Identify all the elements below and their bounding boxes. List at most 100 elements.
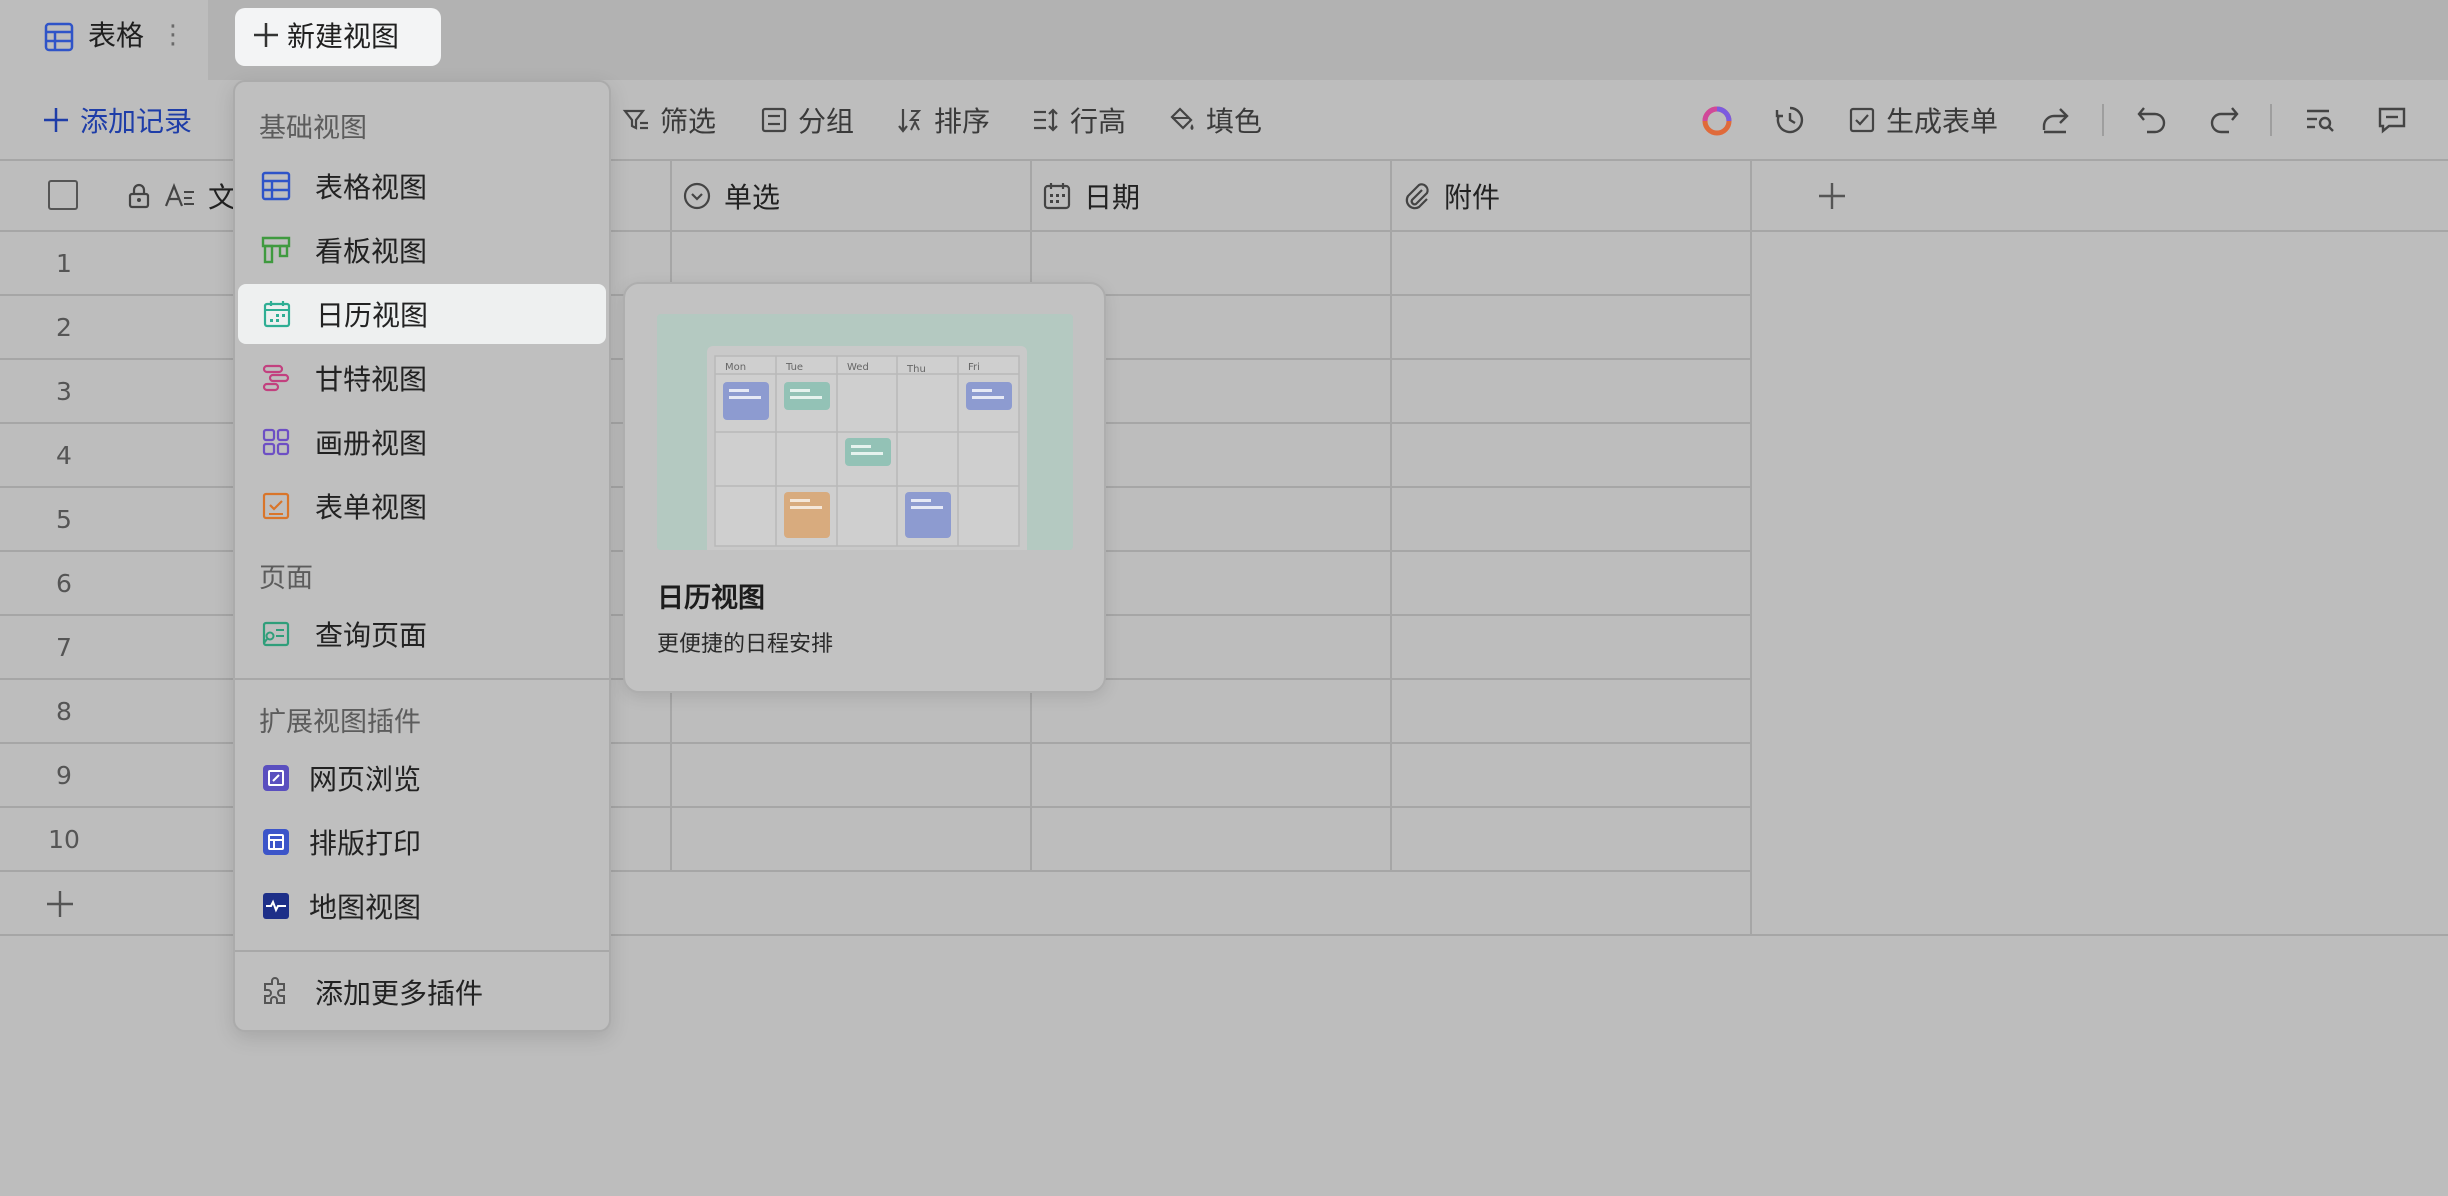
single-select-icon <box>682 181 712 211</box>
search-records-icon[interactable] <box>2304 104 2336 136</box>
new-view-button[interactable]: 新建视图 <box>235 8 441 66</box>
menu-item-label: 看板视图 <box>315 235 428 268</box>
column-header-text[interactable]: 文 <box>126 161 236 231</box>
history-icon[interactable] <box>1774 104 1806 136</box>
tab-label: 表格 <box>88 19 145 52</box>
menu-item-layout-print[interactable]: 排版打印 <box>237 812 609 872</box>
menu-item-form-view[interactable]: 表单视图 <box>237 476 609 536</box>
tab-more-icon[interactable]: ⋮ <box>160 18 186 52</box>
filter-label: 筛选 <box>660 105 717 138</box>
plus-icon <box>42 106 70 134</box>
row-number: 3 <box>56 377 72 406</box>
sort-button[interactable]: 排序 <box>896 80 990 160</box>
paint-bucket-icon <box>1168 106 1196 134</box>
menu-divider <box>235 950 609 952</box>
undo-icon[interactable] <box>2136 104 2168 136</box>
calendar-icon <box>1042 181 1072 211</box>
row-number: 10 <box>48 825 80 854</box>
row-number: 1 <box>56 249 72 278</box>
calendar-preview-illustration: Mon Tue Wed Thu Fri <box>657 314 1073 550</box>
fill-color-button[interactable]: 填色 <box>1168 80 1262 160</box>
menu-section-basic: 基础视图 <box>259 113 367 144</box>
query-page-icon <box>261 619 291 649</box>
gallery-view-icon <box>261 427 291 457</box>
row-height-button[interactable]: 行高 <box>1032 80 1126 160</box>
menu-item-web-browse[interactable]: 网页浏览 <box>237 748 609 808</box>
grid-view-icon <box>261 171 291 201</box>
attachment-icon <box>1402 181 1432 211</box>
column-header-date[interactable]: 日期 <box>1042 161 1140 231</box>
menu-divider <box>235 678 609 680</box>
row-number: 9 <box>56 761 72 790</box>
menu-section-extensions: 扩展视图插件 <box>259 707 421 738</box>
filter-button[interactable]: 筛选 <box>622 80 716 160</box>
svg-text:Thu: Thu <box>906 364 926 375</box>
column-header-label: 文 <box>208 181 237 214</box>
menu-item-gallery-view[interactable]: 画册视图 <box>237 412 609 472</box>
group-icon <box>760 106 788 134</box>
web-browse-icon <box>261 763 291 793</box>
generate-form-label: 生成表单 <box>1886 105 1999 138</box>
menu-item-kanban-view[interactable]: 看板视图 <box>237 220 609 280</box>
menu-item-gantt-view[interactable]: 甘特视图 <box>237 348 609 408</box>
svg-text:Wed: Wed <box>847 362 869 373</box>
kanban-view-icon <box>261 235 291 265</box>
row-height-icon <box>1032 106 1060 134</box>
add-record-label: 添加记录 <box>80 105 193 138</box>
group-label: 分组 <box>798 105 855 138</box>
column-header-label: 单选 <box>724 181 781 214</box>
redo-icon[interactable] <box>2208 104 2240 136</box>
add-column-icon[interactable] <box>1816 180 1848 212</box>
share-icon[interactable] <box>2040 104 2072 136</box>
row-number: 5 <box>56 505 72 534</box>
menu-item-calendar-view[interactable]: 日历视图 <box>238 284 606 344</box>
menu-item-label: 网页浏览 <box>309 763 422 796</box>
sort-label: 排序 <box>934 105 991 138</box>
sort-icon <box>896 106 924 134</box>
row-number: 8 <box>56 697 72 726</box>
menu-section-page: 页面 <box>259 563 313 594</box>
row-number: 2 <box>56 313 72 342</box>
group-button[interactable]: 分组 <box>760 80 854 160</box>
view-preview-card: Mon Tue Wed Thu Fri 日历视图 更便捷的日程安排 <box>623 282 1106 693</box>
row-number: 7 <box>56 633 72 662</box>
layout-print-icon <box>261 827 291 857</box>
menu-item-query-page[interactable]: 查询页面 <box>237 604 609 664</box>
gantt-view-icon <box>261 363 291 393</box>
filter-icon <box>622 106 650 134</box>
fill-color-label: 填色 <box>1206 105 1263 138</box>
add-row-icon[interactable] <box>44 888 76 920</box>
column-header-attachment[interactable]: 附件 <box>1402 161 1500 231</box>
menu-item-grid-view[interactable]: 表格视图 <box>237 156 609 216</box>
column-header-single-select[interactable]: 单选 <box>682 161 780 231</box>
plus-icon <box>251 20 281 50</box>
menu-item-label: 表单视图 <box>315 491 428 524</box>
row-number: 4 <box>56 441 72 470</box>
column-header-label: 附件 <box>1444 181 1501 214</box>
menu-item-label: 排版打印 <box>309 827 422 860</box>
form-view-icon <box>261 491 291 521</box>
ai-assistant-icon[interactable] <box>1700 104 1734 138</box>
comment-icon[interactable] <box>2376 104 2408 136</box>
menu-item-add-more-plugins[interactable]: 添加更多插件 <box>237 962 609 1022</box>
row-height-label: 行高 <box>1070 105 1127 138</box>
generate-form-button[interactable]: 生成表单 <box>1848 80 1998 160</box>
row-number: 6 <box>56 569 72 598</box>
text-icon <box>164 182 196 210</box>
calendar-view-icon <box>262 299 292 329</box>
select-all-checkbox[interactable] <box>48 180 78 210</box>
puzzle-icon <box>261 977 291 1007</box>
svg-text:Mon: Mon <box>725 362 746 373</box>
svg-text:Tue: Tue <box>785 362 803 373</box>
table-icon <box>44 22 74 52</box>
map-view-icon <box>261 891 291 921</box>
add-record-button[interactable]: 添加记录 <box>42 80 192 160</box>
svg-text:Fri: Fri <box>968 362 980 373</box>
toolbar-divider <box>2270 104 2272 136</box>
column-header-label: 日期 <box>1084 181 1141 214</box>
menu-item-map-view[interactable]: 地图视图 <box>237 876 609 936</box>
menu-item-label: 添加更多插件 <box>315 977 484 1010</box>
form-check-icon <box>1848 106 1876 134</box>
menu-item-label: 地图视图 <box>309 891 422 924</box>
toolbar-divider <box>2102 104 2104 136</box>
